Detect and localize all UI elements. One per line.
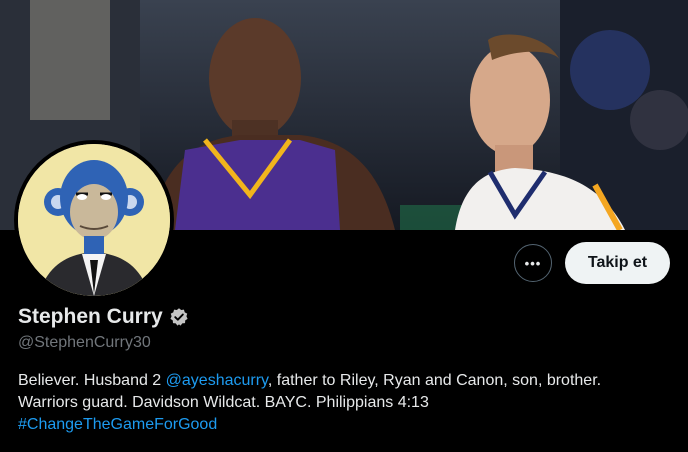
profile-name-row: Stephen Curry	[18, 305, 189, 329]
follow-button-label: Takip et	[587, 254, 648, 271]
profile-handle: @StephenCurry30	[18, 334, 151, 351]
verified-badge-icon[interactable]	[169, 307, 189, 327]
more-options-icon: •••	[524, 255, 542, 271]
bio-text-line1-end: , father to Riley, Ryan and Canon, son, …	[267, 372, 602, 389]
display-name: Stephen Curry	[18, 305, 163, 328]
profile-bio: Believer. Husband 2 @ayeshacurry, father…	[18, 370, 678, 436]
follow-button[interactable]: Takip et	[565, 242, 670, 284]
profile-avatar[interactable]	[14, 140, 174, 300]
bio-hashtag-link[interactable]: #ChangeTheGameForGood	[18, 416, 217, 433]
bored-ape-avatar-image	[18, 144, 170, 296]
more-options-button[interactable]: •••	[514, 244, 552, 282]
bio-mention-link[interactable]: @ayeshacurry	[166, 372, 268, 389]
bio-text-line1-start: Believer. Husband 2	[18, 372, 166, 389]
bio-text-line2: Warriors guard. Davidson Wildcat. BAYC. …	[18, 394, 429, 411]
